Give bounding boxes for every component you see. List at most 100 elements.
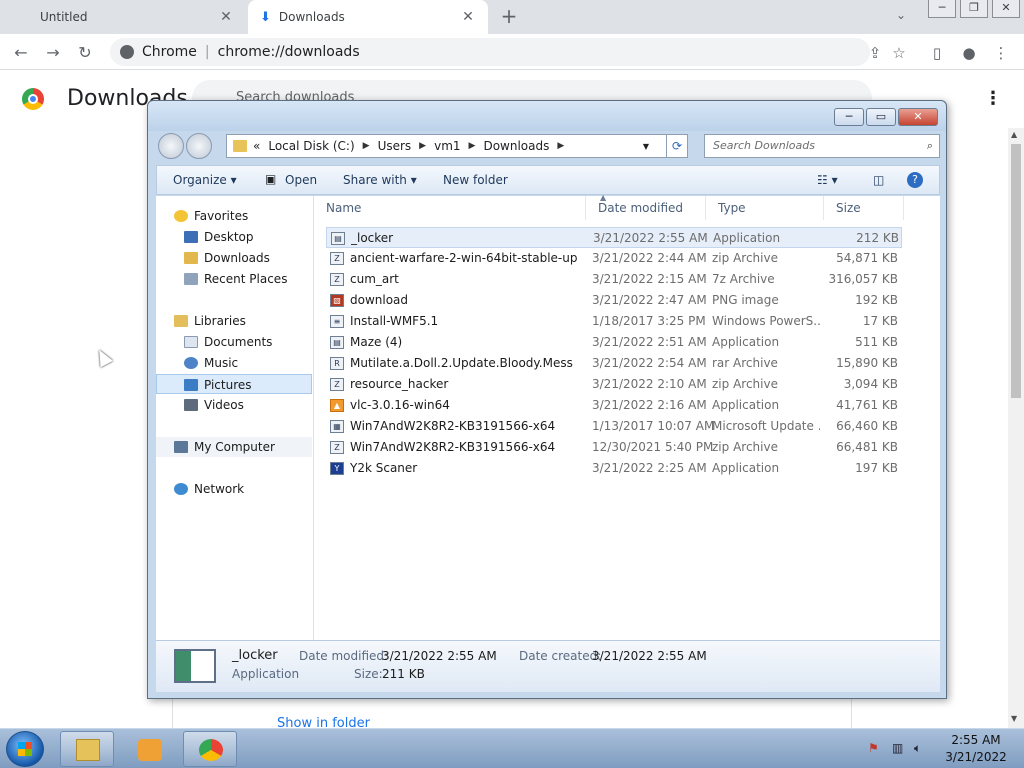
organize-button[interactable]: Organize ▾: [173, 173, 237, 187]
change-view-icon[interactable]: ☷ ▾: [817, 173, 838, 187]
file-row[interactable]: R Mutilate.a.Doll.2.Update.Bloody.Mess 3…: [326, 353, 902, 374]
tab-downloads[interactable]: ⬇ Downloads ✕: [248, 0, 488, 34]
breadcrumb-item[interactable]: Downloads: [483, 139, 549, 153]
address-dropdown-icon[interactable]: ▼: [643, 142, 649, 151]
volume-icon[interactable]: 🔈︎: [914, 741, 921, 756]
column-header-type[interactable]: Type: [706, 196, 824, 220]
network-tray-icon[interactable]: ▥: [892, 741, 903, 755]
minimize-button[interactable]: ─: [928, 0, 956, 18]
breadcrumb-arrow-icon[interactable]: ▶: [363, 141, 370, 151]
search-icon[interactable]: ⌕: [927, 135, 933, 157]
explorer-forward-button[interactable]: [186, 133, 212, 159]
tab-label: Downloads: [278, 10, 345, 24]
nav-label: Videos: [204, 398, 244, 412]
file-size: 54,871 KB: [836, 251, 898, 265]
address-bar[interactable]: Chrome | chrome://downloads: [110, 38, 870, 66]
tab-search-chevron-icon[interactable]: ⌄: [896, 8, 906, 22]
reload-icon[interactable]: ↻: [74, 42, 96, 64]
taskbar-explorer-button[interactable]: [60, 731, 114, 767]
nav-music[interactable]: Music: [184, 353, 238, 373]
start-button[interactable]: [6, 731, 44, 767]
taskbar-media-player-button[interactable]: [122, 731, 176, 767]
file-row[interactable]: Z ancient-warfare-2-win-64bit-stable-upd…: [326, 248, 902, 269]
url-text: chrome://downloads: [217, 44, 360, 60]
tab-untitled[interactable]: Untitled ✕: [28, 0, 246, 34]
nav-libraries[interactable]: Libraries: [174, 311, 246, 331]
downloads-folder-icon: [184, 252, 198, 264]
breadcrumb-arrow-icon[interactable]: ▶: [557, 141, 564, 151]
page-menu-icon[interactable]: ⋮: [984, 88, 1002, 109]
new-folder-button[interactable]: New folder: [443, 173, 508, 187]
nav-recent-places[interactable]: Recent Places: [184, 269, 287, 289]
breadcrumb-item[interactable]: Local Disk (C:): [268, 139, 354, 153]
nav-downloads[interactable]: Downloads: [184, 248, 270, 268]
restore-button[interactable]: ❐: [960, 0, 988, 18]
share-with-button[interactable]: Share with ▾: [343, 173, 417, 187]
file-type: zip Archive: [712, 377, 778, 391]
file-row[interactable]: ▤ Maze (4) 3/21/2022 2:51 AM Application…: [326, 332, 902, 353]
file-type: Application: [713, 231, 781, 245]
explorer-maximize-button[interactable]: ▭: [866, 108, 896, 126]
scrollbar-thumb[interactable]: [1011, 144, 1021, 398]
taskbar-clock[interactable]: 2:55 AM 3/21/2022: [938, 732, 1014, 766]
nav-documents[interactable]: Documents: [184, 332, 272, 352]
file-name: cum_art: [350, 272, 399, 286]
folder-icon: [76, 739, 100, 761]
page-scrollbar[interactable]: ▲ ▼: [1008, 128, 1024, 728]
scroll-down-icon[interactable]: ▼: [1011, 714, 1017, 723]
help-icon[interactable]: ?: [907, 172, 923, 188]
column-header-size[interactable]: Size: [824, 196, 904, 220]
nav-pictures[interactable]: Pictures: [156, 374, 312, 394]
libraries-icon: [174, 315, 188, 327]
file-row[interactable]: ▧ download 3/21/2022 2:47 AM PNG image 1…: [326, 290, 902, 311]
bookmark-star-icon[interactable]: ☆: [888, 42, 910, 64]
file-type: Application: [712, 461, 780, 475]
profile-avatar-icon[interactable]: ●: [958, 42, 980, 64]
action-center-flag-icon[interactable]: ⚑: [868, 741, 879, 755]
nav-desktop[interactable]: Desktop: [184, 227, 254, 247]
open-button[interactable]: Open: [285, 173, 317, 187]
close-icon[interactable]: ✕: [460, 9, 476, 25]
details-file-name: _locker: [232, 648, 278, 663]
file-row[interactable]: Z Win7AndW2K8R2-KB3191566-x64 12/30/2021…: [326, 437, 902, 458]
file-row[interactable]: Y Y2k Scaner 3/21/2022 2:25 AM Applicati…: [326, 458, 902, 479]
file-row[interactable]: Z cum_art 3/21/2022 2:15 AM 7z Archive 3…: [326, 269, 902, 290]
explorer-minimize-button[interactable]: ─: [834, 108, 864, 126]
preview-pane-icon[interactable]: ◫: [873, 173, 884, 187]
explorer-close-button[interactable]: ✕: [898, 108, 938, 126]
breadcrumb-arrow-icon[interactable]: ▶: [419, 141, 426, 151]
new-tab-button[interactable]: +: [498, 6, 520, 28]
file-row[interactable]: ▦ Win7AndW2K8R2-KB3191566-x64 1/13/2017 …: [326, 416, 902, 437]
file-row[interactable]: ▤ _locker 3/21/2022 2:55 AM Application …: [326, 227, 902, 248]
back-arrow-icon[interactable]: ←: [10, 42, 32, 64]
explorer-back-button[interactable]: [158, 133, 184, 159]
nav-favorites[interactable]: Favorites: [174, 206, 248, 226]
size-label: Size:: [354, 667, 383, 681]
nav-network[interactable]: Network: [174, 479, 244, 499]
file-row[interactable]: ▲ vlc-3.0.16-win64 3/21/2022 2:16 AM App…: [326, 395, 902, 416]
breadcrumb-arrow-icon[interactable]: ▶: [469, 141, 476, 151]
star-icon: [174, 210, 188, 222]
explorer-address-bar[interactable]: « Local Disk (C:) ▶ Users ▶ vm1 ▶ Downlo…: [226, 134, 688, 158]
side-panel-icon[interactable]: ▯: [926, 42, 948, 64]
explorer-title-bar[interactable]: ─ ▭ ✕: [148, 101, 946, 131]
chrome-menu-icon[interactable]: ⋮: [990, 42, 1012, 64]
search-downloads-field[interactable]: Search Downloads ⌕: [704, 134, 940, 158]
nav-my-computer[interactable]: My Computer: [156, 437, 312, 457]
scroll-up-icon[interactable]: ▲: [1011, 130, 1017, 139]
breadcrumb-item[interactable]: Users: [378, 139, 412, 153]
close-icon[interactable]: ✕: [218, 9, 234, 25]
forward-arrow-icon[interactable]: →: [42, 42, 64, 64]
column-header-name[interactable]: Name: [314, 196, 586, 220]
file-row[interactable]: ≡ Install-WMF5.1 1/18/2017 3:25 PM Windo…: [326, 311, 902, 332]
file-row[interactable]: Z resource_hacker 3/21/2022 2:10 AM zip …: [326, 374, 902, 395]
breadcrumb-item[interactable]: vm1: [434, 139, 460, 153]
nav-label: Pictures: [204, 378, 252, 392]
share-icon[interactable]: ⇪: [864, 42, 886, 64]
close-window-button[interactable]: ✕: [992, 0, 1020, 18]
command-bar: Organize ▾ ▣ Open Share with ▾ New folde…: [156, 165, 940, 195]
taskbar-chrome-button[interactable]: [183, 731, 237, 767]
window-controls: ─ ❐ ✕: [928, 0, 1024, 20]
refresh-icon[interactable]: ⟳: [666, 134, 688, 158]
nav-videos[interactable]: Videos: [184, 395, 244, 415]
